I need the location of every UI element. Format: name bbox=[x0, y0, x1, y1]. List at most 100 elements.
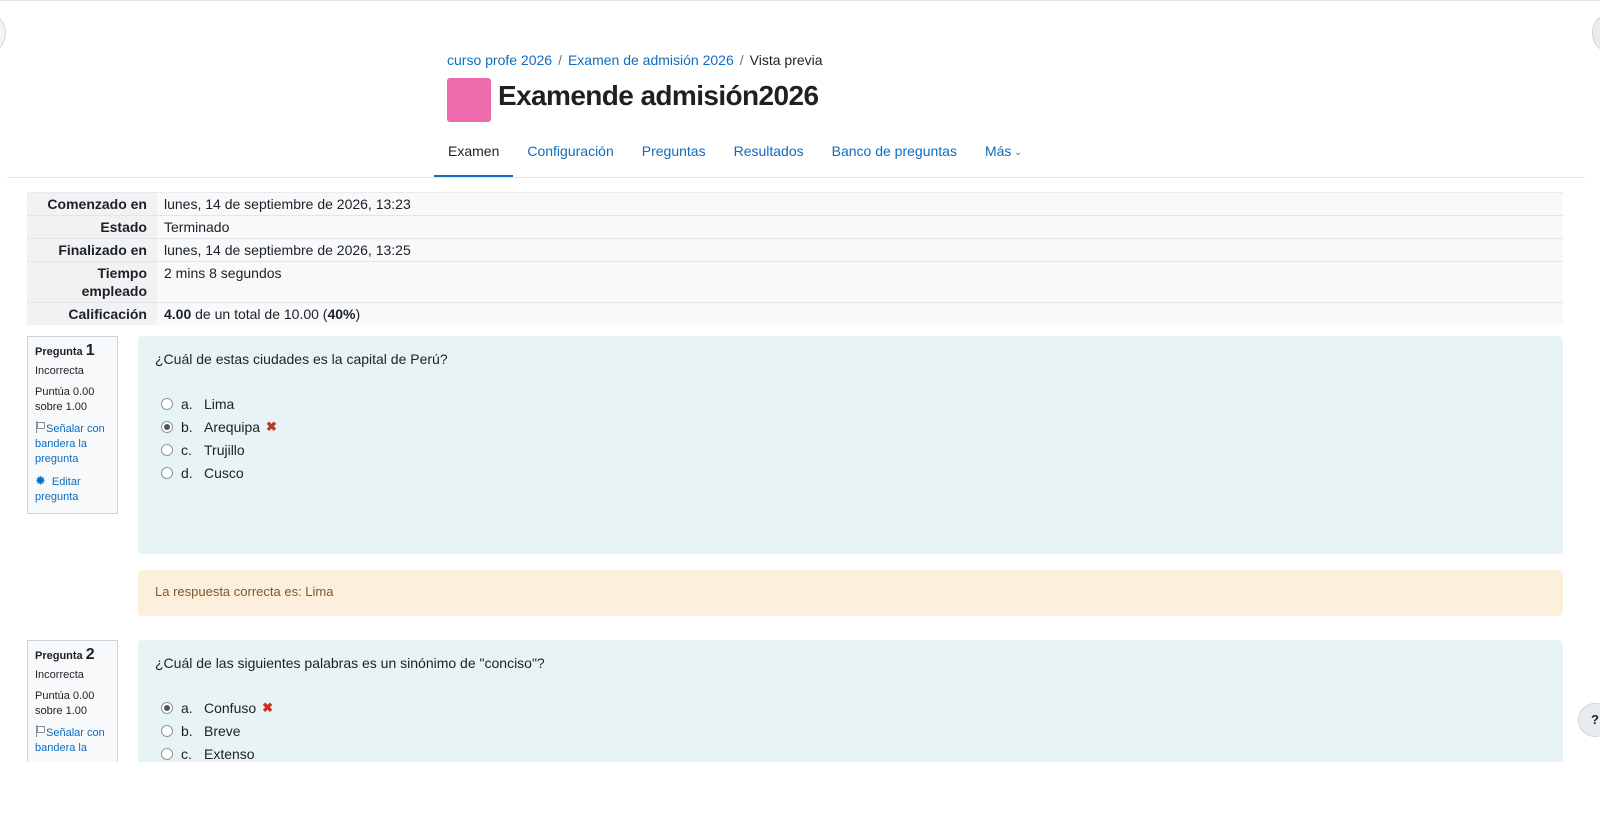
summary-value: 2 mins 8 segundos bbox=[157, 261, 1563, 303]
breadcrumb-current: Vista previa bbox=[749, 52, 823, 68]
question-1-content: ¿Cuál de estas ciudades es la capital de… bbox=[138, 336, 1563, 554]
grade-line: sobre 1.00 bbox=[35, 705, 87, 717]
tab-banco-de-preguntas[interactable]: Banco de preguntas bbox=[818, 134, 971, 178]
answer-letter: a. bbox=[181, 699, 193, 716]
flag-label: Señalar con bandera la bbox=[35, 727, 105, 754]
tab-mas[interactable]: Más ⌄ bbox=[971, 134, 1036, 178]
summary-value: lunes, 14 de septiembre de 2026, 13:25 bbox=[157, 238, 1563, 262]
chevron-down-icon: ⌄ bbox=[1014, 147, 1022, 157]
tab-configuracion[interactable]: Configuración bbox=[513, 134, 627, 178]
summary-label: Tiempo empleado bbox=[27, 261, 157, 303]
answer-letter: b. bbox=[181, 722, 193, 739]
grade-text-end: ) bbox=[355, 306, 361, 322]
list-item: c. Trujillo bbox=[155, 438, 1546, 461]
answer-letter: d. bbox=[181, 464, 193, 481]
nav-divider bbox=[7, 177, 1585, 178]
question-label: Pregunta bbox=[35, 346, 83, 358]
question-grade: Puntúa 0.00 sobre 1.00 bbox=[35, 385, 110, 415]
breadcrumb-separator: / bbox=[558, 52, 562, 68]
answer-letter: c. bbox=[181, 745, 192, 762]
answer-radio[interactable] bbox=[161, 443, 173, 456]
answer-letter: b. bbox=[181, 418, 193, 435]
answer-text: Arequipa bbox=[204, 418, 261, 435]
grade-line: sobre 1.00 bbox=[35, 401, 87, 413]
grade-score: 4.00 bbox=[164, 306, 192, 322]
answer-text: Lima bbox=[204, 395, 235, 412]
attempt-summary-table: Comenzado en lunes, 14 de septiembre de … bbox=[27, 192, 1563, 325]
help-button[interactable]: ? bbox=[1578, 703, 1600, 737]
question-text: ¿Cuál de las siguientes palabras es un s… bbox=[155, 655, 545, 671]
question-label: Pregunta bbox=[35, 650, 83, 662]
question-state: Incorrecta bbox=[35, 365, 84, 377]
summary-label-line: Tiempo bbox=[97, 265, 147, 281]
list-item: b. Breve bbox=[155, 719, 1546, 742]
flag-icon bbox=[35, 725, 45, 737]
tab-label: Examen bbox=[448, 143, 500, 159]
question-grade: Puntúa 0.00 sobre 1.00 bbox=[35, 689, 110, 719]
drawer-toggle-right[interactable] bbox=[1592, 16, 1600, 50]
answer-radio-selected[interactable] bbox=[161, 701, 173, 714]
answer-text: Confuso bbox=[204, 699, 257, 716]
viewport-bottom bbox=[0, 762, 1600, 817]
incorrect-icon: ✖ bbox=[266, 418, 277, 434]
answer-list: a. Lima b. Arequipa ✖ c. Trujillo d. Cusco bbox=[155, 392, 1546, 484]
question-2-content: ¿Cuál de las siguientes palabras es un s… bbox=[138, 640, 1563, 770]
gear-icon: ✹ bbox=[35, 473, 46, 488]
top-border bbox=[0, 0, 1600, 1]
answer-text: Trujillo bbox=[204, 441, 245, 458]
edit-question-link[interactable]: ✹ Editar pregunta bbox=[35, 473, 110, 505]
answer-radio[interactable] bbox=[161, 397, 173, 410]
grade-line: Puntúa 0.00 bbox=[35, 690, 95, 702]
question-number: Pregunta 2 bbox=[35, 647, 110, 664]
flag-question-link[interactable]: Señalar con bandera la bbox=[35, 725, 110, 756]
tab-label: Banco de preguntas bbox=[831, 143, 957, 159]
table-row: Finalizado en lunes, 14 de septiembre de… bbox=[27, 238, 1563, 262]
question-state: Incorrecta bbox=[35, 669, 84, 681]
tab-resultados[interactable]: Resultados bbox=[720, 134, 818, 178]
table-row: Comenzado en lunes, 14 de septiembre de … bbox=[27, 192, 1563, 216]
correct-answer-feedback: La respuesta correcta es: Lima bbox=[138, 570, 1563, 616]
question-2-info: Pregunta 2 Incorrecta Puntúa 0.00 sobre 1… bbox=[27, 640, 118, 770]
breadcrumb-course-link[interactable]: curso profe 2026 bbox=[447, 52, 552, 68]
summary-label-line: empleado bbox=[81, 283, 147, 299]
answer-radio[interactable] bbox=[161, 724, 173, 737]
breadcrumb: curso profe 2026 / Examen de admisión 2026… bbox=[447, 51, 823, 69]
answer-text: Extenso bbox=[204, 745, 255, 762]
tab-examen[interactable]: Examen bbox=[434, 134, 514, 178]
tab-label: Resultados bbox=[733, 143, 804, 159]
table-row: Estado Terminado bbox=[27, 215, 1563, 239]
grade-line: Puntúa 0.00 bbox=[35, 386, 95, 398]
summary-label: Calificación bbox=[27, 302, 157, 325]
quiz-activity-icon bbox=[447, 78, 491, 122]
tab-label: Configuración bbox=[527, 143, 614, 159]
grade-percent: 40% bbox=[327, 306, 356, 322]
table-row: Tiempo empleado 2 mins 8 segundos bbox=[27, 261, 1563, 303]
table-row: Calificación 4.00 de un total de 10.00 (… bbox=[27, 302, 1563, 325]
incorrect-icon: ✖ bbox=[262, 699, 274, 715]
secondary-navigation: Examen Configuración Preguntas Resultado… bbox=[434, 134, 1036, 178]
flag-question-link[interactable]: Señalar con bandera la pregunta bbox=[35, 421, 110, 467]
question-number-value: 1 bbox=[85, 342, 95, 359]
breadcrumb-quiz-link[interactable]: Examen de admisión 2026 bbox=[568, 52, 734, 68]
answer-radio[interactable] bbox=[161, 466, 173, 479]
tab-preguntas[interactable]: Preguntas bbox=[628, 134, 720, 178]
question-number: Pregunta 1 bbox=[35, 343, 110, 360]
summary-label: Finalizado en bbox=[27, 238, 157, 262]
list-item: a. Lima bbox=[155, 392, 1546, 415]
answer-radio-selected[interactable] bbox=[161, 420, 173, 433]
question-1-info: Pregunta 1 Incorrecta Puntúa 0.00 sobre 1… bbox=[27, 336, 118, 514]
drawer-toggle-left[interactable] bbox=[0, 16, 6, 50]
page-title: Examende admisión2026 bbox=[498, 80, 819, 111]
summary-value: lunes, 14 de septiembre de 2026, 13:23 bbox=[157, 192, 1563, 216]
tab-label: Más bbox=[984, 143, 1012, 159]
grade-text: de un total de 10.00 ( bbox=[195, 306, 328, 322]
answer-text: Cusco bbox=[204, 464, 244, 481]
summary-label: Estado bbox=[27, 215, 157, 239]
question-number-value: 2 bbox=[85, 646, 95, 663]
answer-letter: a. bbox=[181, 395, 193, 412]
summary-value: Terminado bbox=[157, 215, 1563, 239]
answer-radio[interactable] bbox=[161, 747, 173, 760]
list-item: d. Cusco bbox=[155, 461, 1546, 484]
summary-label: Comenzado en bbox=[27, 192, 157, 216]
flag-label: Señalar con bandera la pregunta bbox=[35, 423, 105, 465]
